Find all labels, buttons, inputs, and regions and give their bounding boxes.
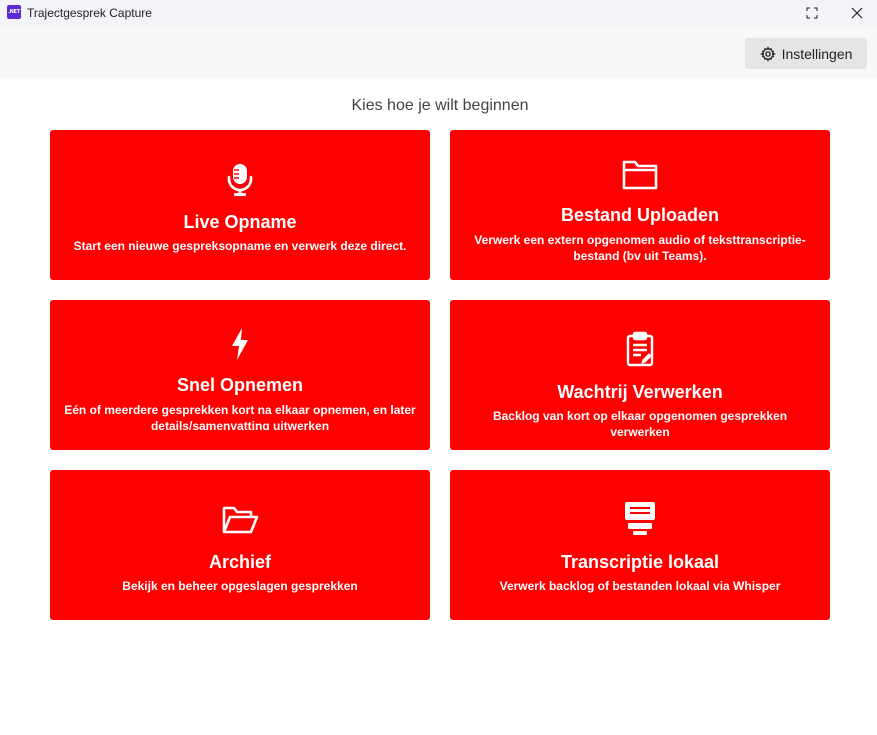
card-title: Archief	[208, 552, 271, 572]
card-title: Snel Opnemen	[176, 375, 304, 395]
minimize-button[interactable]	[744, 0, 790, 26]
card-title: Live Opname	[183, 212, 297, 232]
toolbar: Instellingen	[0, 26, 877, 78]
card-wachtrij-verwerken[interactable]: Wachtrij Verwerken Backlog van kort op e…	[450, 300, 830, 450]
card-description: Verwerk een extern opgenomen audio of te…	[474, 233, 806, 263]
card-snel-opnemen[interactable]: Snel Opnemen Eén of meerdere gesprekken …	[50, 300, 430, 450]
card-description: Backlog van kort op elkaar opgenomen ges…	[492, 409, 788, 439]
close-icon	[851, 7, 863, 19]
card-description: Eén of meerdere gesprekken kort na elkaa…	[64, 403, 416, 430]
window-title: Trajectgesprek Capture	[27, 6, 152, 20]
page-heading: Kies hoe je wilt beginnen	[351, 97, 529, 114]
lightning-icon	[220, 324, 260, 364]
card-bestand-uploaden[interactable]: Bestand Uploaden Verwerk een extern opge…	[450, 130, 830, 280]
title-bar: .NET Trajectgesprek Capture	[0, 0, 877, 26]
folder-icon	[620, 154, 660, 194]
clipboard-icon	[620, 329, 660, 369]
maximize-icon	[806, 7, 818, 19]
microphone-icon	[220, 160, 260, 200]
card-title: Bestand Uploaden	[560, 205, 720, 225]
close-button[interactable]	[834, 0, 877, 26]
card-archief[interactable]: Archief Bekijk en beheer opgeslagen gesp…	[50, 470, 430, 620]
open-folder-icon	[220, 500, 260, 540]
card-transcriptie-lokaal[interactable]: Transcriptie lokaal Verwerk backlog of b…	[450, 470, 830, 620]
card-description: Start een nieuwe gespreksopname en verwe…	[73, 239, 407, 253]
app-icon: .NET	[7, 5, 21, 19]
card-description: Verwerk backlog of bestanden lokaal via …	[499, 579, 781, 593]
settings-button-label: Instellingen	[781, 45, 853, 62]
minimize-icon	[762, 12, 772, 14]
card-title: Transcriptie lokaal	[560, 552, 720, 572]
card-title: Wachtrij Verwerken	[557, 382, 723, 402]
card-live-opname[interactable]: Live Opname Start een nieuwe gespreksopn…	[50, 130, 430, 280]
settings-button[interactable]: Instellingen	[745, 38, 867, 69]
card-description: Bekijk en beheer opgeslagen gesprekken	[122, 579, 358, 593]
server-icon	[620, 498, 660, 538]
gear-icon	[759, 45, 776, 62]
maximize-button[interactable]	[789, 0, 835, 26]
